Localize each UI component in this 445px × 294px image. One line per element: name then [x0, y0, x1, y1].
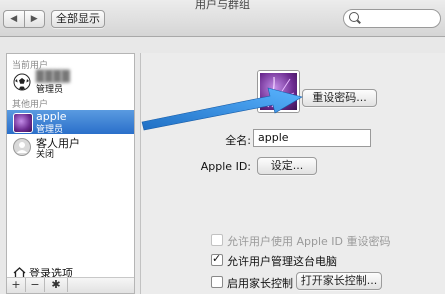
annotation-arrow-icon — [141, 87, 303, 131]
users-groups-window: 用户与群组 ◀ ▶ 全部显示 当前用户 ████ 管理员 其他用户 apple … — [0, 0, 445, 294]
